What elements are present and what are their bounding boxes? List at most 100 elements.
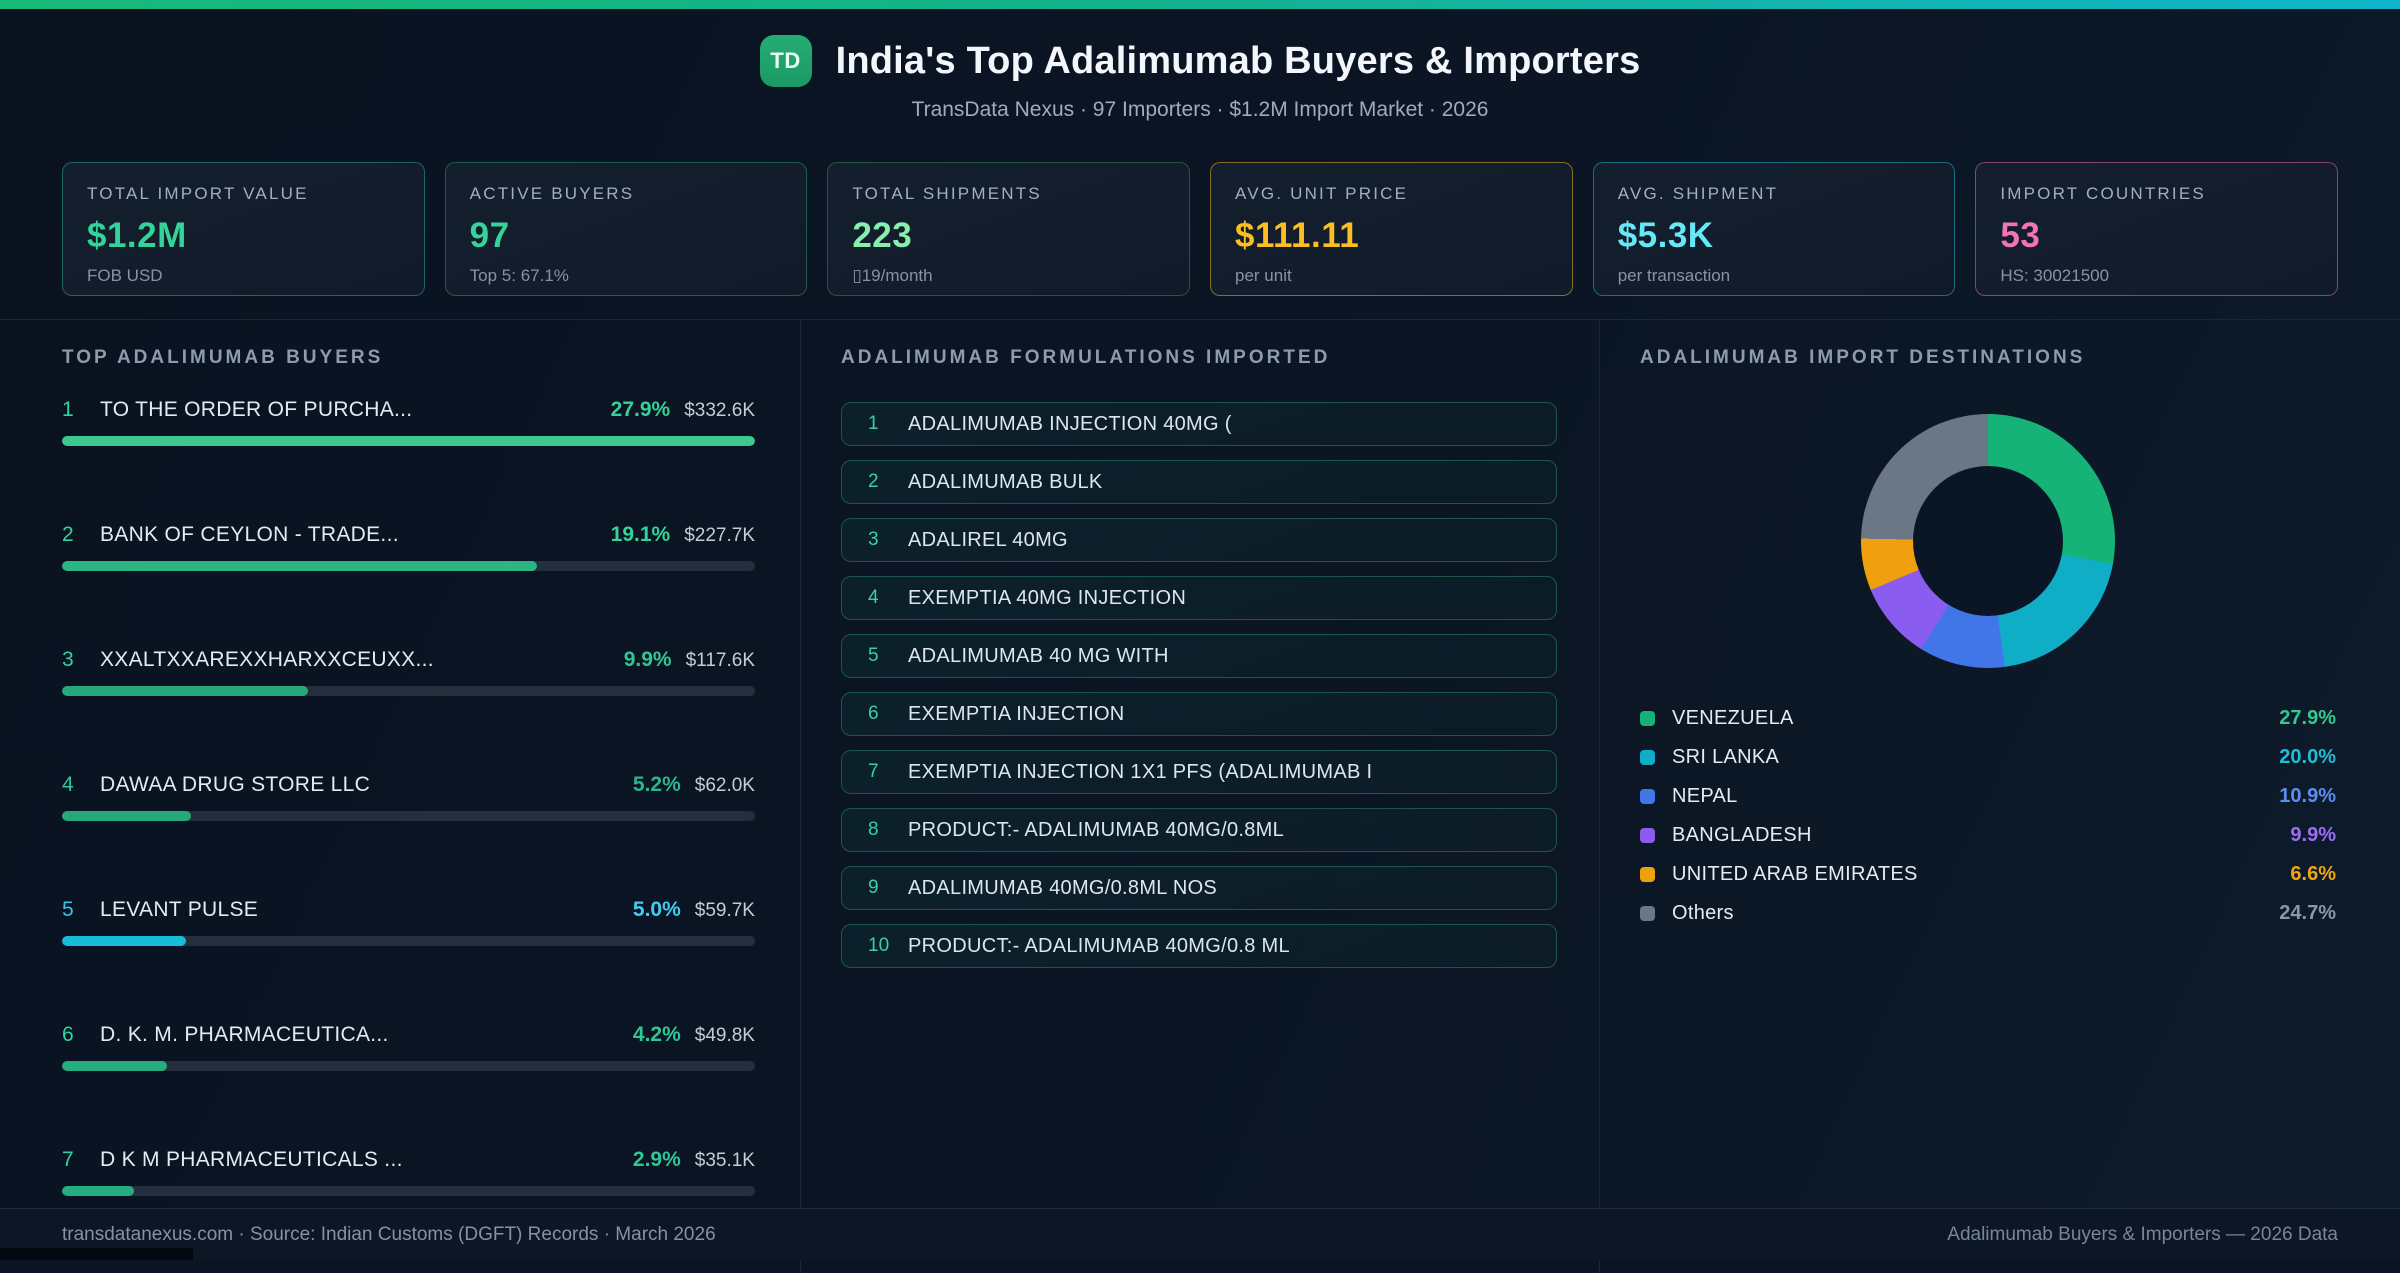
buyer-bar-fill [62,686,308,696]
footer-source-text: transdatanexus.com · Source: Indian Cust… [62,1223,716,1245]
buyer-name: D K M PHARMACEUTICALS ... [100,1148,403,1171]
legend-swatch [1640,866,1655,882]
legend-label: SRI LANKA [1672,745,1780,768]
buyer-rank: 1 [62,398,74,421]
buyer-bar-track [62,1061,755,1071]
header: TD India's Top Adalimumab Buyers & Impor… [0,9,2400,122]
bottom-left-artifact [0,1248,193,1260]
donut-hole [1913,466,2063,616]
buyer-bar-track [62,936,755,946]
legend-pct: 6.6% [2290,862,2336,885]
formulation-rank: 8 [868,819,879,840]
legend-pct: 27.9% [2279,706,2336,729]
buyer-bar-track [62,686,755,696]
buyer-value: $35.1K [694,1150,755,1171]
buyer-row: 7 D K M PHARMACEUTICALS ... 2.9% $35.1K [62,1148,755,1196]
legend-swatch [1640,905,1655,921]
legend-label: UNITED ARAB EMIRATES [1672,862,1918,885]
legend-pct: 10.9% [2279,784,2336,807]
stat-card: AVG. UNIT PRICE $111.11 per unit [1210,162,1573,296]
destinations-donut-chart [1861,414,2115,668]
footer-report-text: Adalimumab Buyers & Importers — 2026 Dat… [1947,1223,2338,1245]
stat-card: ACTIVE BUYERS 97 Top 5: 67.1% [444,162,808,296]
formulation-item[interactable]: 8 PRODUCT:- ADALIMUMAB 40MG/0.8ML [841,808,1557,852]
stat-label: TOTAL SHIPMENTS [852,184,1042,203]
buyer-row-text: 2 BANK OF CEYLON - TRADE... 19.1% $227.7K [62,523,755,549]
legend-row: VENEZUELA 27.9% [1640,706,2336,730]
stat-value: $111.11 [1235,216,1360,255]
formulation-rank: 3 [868,529,879,550]
dashboard-page: TD India's Top Adalimumab Buyers & Impor… [0,0,2400,1273]
buyer-bar-track [62,1186,755,1196]
stat-card: IMPORT COUNTRIES 53 HS: 30021500 [1975,162,2339,296]
formulation-name: ADALIMUMAB BULK [908,470,1103,493]
stat-label: TOTAL IMPORT VALUE [87,184,309,203]
formulation-name: PRODUCT:- ADALIMUMAB 40MG/0.8ML [908,818,1285,841]
buyer-bar-fill [62,811,191,821]
legend-row: NEPAL 10.9% [1640,784,2336,808]
legend-label: Others [1672,901,1734,924]
buyer-row-text: 7 D K M PHARMACEUTICALS ... 2.9% $35.1K [62,1148,755,1174]
legend-swatch [1640,749,1655,765]
buyer-share-pct: 19.1% [610,523,671,546]
stat-sub: per unit [1235,266,1292,285]
stat-label: IMPORT COUNTRIES [2000,184,2206,203]
buyer-value: $62.0K [694,775,755,796]
formulation-rank: 6 [868,703,879,724]
buyer-value: $117.6K [685,650,755,671]
buyer-bar-fill [62,436,755,446]
accent-topbar [0,0,2400,9]
formulation-item[interactable]: 1 ADALIMUMAB INJECTION 40MG ( [841,402,1557,446]
buyer-name: LEVANT PULSE [100,898,259,921]
formulation-item[interactable]: 5 ADALIMUMAB 40 MG WITH [841,634,1557,678]
formulation-item[interactable]: 4 EXEMPTIA 40MG INJECTION [841,576,1557,620]
buyer-bar-track [62,436,755,446]
buyer-name: TO THE ORDER OF PURCHA... [100,398,413,421]
page-title: India's Top Adalimumab Buyers & Importer… [835,39,1641,82]
stat-sub: FOB USD [87,266,163,285]
stat-card: AVG. SHIPMENT $5.3K per transaction [1592,162,1956,296]
buyer-row-text: 1 TO THE ORDER OF PURCHA... 27.9% $332.6K [62,398,755,424]
buyer-row: 5 LEVANT PULSE 5.0% $59.7K [62,898,755,946]
formulation-item[interactable]: 3 ADALIREL 40MG [841,518,1557,562]
stat-label: ACTIVE BUYERS [469,184,635,203]
stat-value: 223 [852,216,913,255]
buyer-rank: 3 [62,648,74,671]
buyer-value: $332.6K [684,400,755,421]
buyer-bar-fill [62,561,537,571]
page-subtitle: TransData Nexus · 97 Importers · $1.2M I… [911,98,1489,121]
formulation-rank: 1 [868,413,879,434]
legend-pct: 9.9% [2290,823,2336,846]
legend-row: SRI LANKA 20.0% [1640,745,2336,769]
formulations-panel-title: ADALIMUMAB FORMULATIONS IMPORTED [841,347,1331,368]
formulation-item[interactable]: 9 ADALIMUMAB 40MG/0.8ML NOS [841,866,1557,910]
formulation-item[interactable]: 10 PRODUCT:- ADALIMUMAB 40MG/0.8 ML [841,924,1557,968]
destinations-panel-title: ADALIMUMAB IMPORT DESTINATIONS [1640,347,2086,368]
stat-value: 97 [469,216,510,255]
footer: transdatanexus.com · Source: Indian Cust… [0,1208,2400,1260]
legend-swatch [1640,788,1655,804]
buyers-list: 1 TO THE ORDER OF PURCHA... 27.9% $332.6K 2 B… [62,398,755,1196]
buyer-row: 6 D. K. M. PHARMACEUTICA... 4.2% $49.8K [62,1023,755,1071]
formulation-rank: 10 [868,935,890,956]
buyer-row-text: 6 D. K. M. PHARMACEUTICA... 4.2% $49.8K [62,1023,755,1049]
formulation-item[interactable]: 2 ADALIMUMAB BULK [841,460,1557,504]
stat-value: 53 [2000,216,2041,255]
buyer-row: 3 XXALTXXAREXXHARXXCEUXX... 9.9% $117.6K [62,648,755,696]
buyer-share-pct: 27.9% [610,398,671,421]
buyer-name: XXALTXXAREXXHARXXCEUXX... [100,648,434,671]
buyer-name: D. K. M. PHARMACEUTICA... [100,1023,389,1046]
formulation-item[interactable]: 7 EXEMPTIA INJECTION 1X1 PFS (ADALIMUMAB … [841,750,1557,794]
buyer-share-pct: 5.0% [632,898,681,921]
buyer-bar-track [62,811,755,821]
legend-swatch [1640,827,1655,843]
formulation-rank: 4 [868,587,879,608]
formulation-item[interactable]: 6 EXEMPTIA INJECTION [841,692,1557,736]
buyer-share-pct: 9.9% [623,648,672,671]
legend-row: Others 24.7% [1640,901,2336,925]
buyer-bar-fill [62,1061,167,1071]
legend-row: BANGLADESH 9.9% [1640,823,2336,847]
buyer-row-text: 3 XXALTXXAREXXHARXXCEUXX... 9.9% $117.6K [62,648,755,674]
stat-sub: HS: 30021500 [2000,266,2110,285]
formulations-panel: ADALIMUMAB FORMULATIONS IMPORTED 1 ADALIM… [800,320,1600,1273]
